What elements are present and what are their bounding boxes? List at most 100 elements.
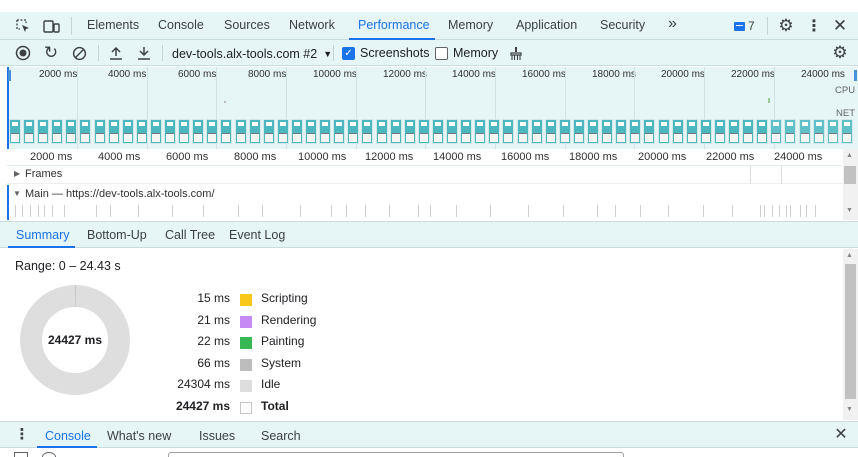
main-thread-task-marker[interactable]	[764, 205, 765, 217]
main-thread-task-marker[interactable]	[668, 205, 669, 217]
screenshots-checkbox[interactable]: ✓	[342, 47, 355, 60]
screenshot-thumbnail[interactable]	[23, 119, 35, 144]
screenshot-thumbnail[interactable]	[206, 119, 219, 144]
main-thread-task-marker[interactable]	[732, 205, 733, 217]
main-thread-task-marker[interactable]	[772, 205, 773, 217]
main-thread-task-marker[interactable]	[418, 205, 419, 217]
screenshot-thumbnail[interactable]	[65, 119, 78, 144]
screenshot-thumbnail[interactable]	[657, 119, 670, 144]
main-thread-task-marker[interactable]	[389, 205, 390, 217]
scrollbar-thumb[interactable]	[845, 264, 856, 399]
main-thread-task-marker[interactable]	[30, 205, 31, 217]
screenshot-thumbnail[interactable]	[460, 119, 473, 144]
screenshot-thumbnail[interactable]	[234, 119, 247, 144]
clear-icon[interactable]	[70, 44, 88, 62]
record-button-icon[interactable]	[14, 44, 32, 62]
memory-checkbox[interactable]	[435, 47, 448, 60]
screenshot-thumbnail[interactable]	[262, 119, 275, 144]
screenshot-thumbnail[interactable]	[826, 119, 839, 144]
screenshot-thumbnail[interactable]	[587, 119, 599, 144]
scroll-down-arrow-icon[interactable]: ▼	[846, 406, 853, 413]
tab-bottom-up[interactable]: Bottom-Up	[87, 228, 147, 242]
screenshot-thumbnail[interactable]	[742, 119, 755, 144]
overview-left-handle[interactable]	[8, 70, 11, 81]
screenshot-thumbnail[interactable]	[164, 119, 176, 144]
scroll-up-arrow-icon[interactable]: ▲	[846, 152, 853, 159]
screenshot-thumbnail[interactable]	[474, 119, 487, 144]
main-thread-task-marker[interactable]	[528, 205, 529, 217]
tab-summary[interactable]: Summary	[16, 228, 69, 242]
screenshot-thumbnail[interactable]	[107, 119, 120, 144]
main-thread-task-marker[interactable]	[597, 205, 598, 217]
main-thread-task-marker[interactable]	[563, 205, 564, 217]
expand-triangle-icon[interactable]: ▶	[14, 169, 20, 178]
overview-right-handle[interactable]	[854, 70, 857, 81]
tab-call-tree[interactable]: Call Tree	[165, 228, 215, 242]
screenshot-thumbnail[interactable]	[685, 119, 698, 144]
main-thread-task-marker[interactable]	[172, 205, 173, 217]
screenshot-thumbnail[interactable]	[699, 119, 712, 144]
collect-garbage-icon[interactable]	[507, 44, 525, 62]
main-thread-task-marker[interactable]	[331, 205, 332, 217]
tab-memory[interactable]: Memory	[448, 18, 493, 32]
main-thread-task-marker[interactable]	[203, 205, 204, 217]
profile-select[interactable]: dev-tools.alx-tools.com #2 ▼	[172, 46, 332, 62]
main-thread-task-marker[interactable]	[365, 205, 366, 217]
main-thread-task-marker[interactable]	[346, 205, 347, 217]
frames-track[interactable]	[7, 166, 842, 184]
main-thread-task-marker[interactable]	[815, 205, 816, 217]
drawer-tab-issues[interactable]: Issues	[199, 429, 235, 443]
screenshot-thumbnail[interactable]	[51, 119, 64, 144]
close-devtools-icon[interactable]: ✕	[830, 16, 850, 36]
screenshot-thumbnail[interactable]	[432, 119, 444, 144]
screenshot-thumbnail[interactable]	[291, 119, 303, 144]
collapse-triangle-icon[interactable]: ▼	[13, 189, 21, 198]
screenshot-thumbnail[interactable]	[121, 119, 134, 144]
sidebar-toggle-icon[interactable]	[14, 452, 28, 457]
screenshot-thumbnail[interactable]	[305, 119, 317, 144]
tab-application[interactable]: Application	[516, 18, 577, 32]
screenshot-thumbnail[interactable]	[798, 119, 811, 144]
screenshot-thumbnail[interactable]	[178, 119, 191, 144]
screenshot-thumbnail[interactable]	[840, 119, 853, 144]
screenshot-thumbnail[interactable]	[347, 119, 360, 144]
scrollbar-thumb[interactable]	[844, 166, 856, 184]
screenshot-thumbnail[interactable]	[671, 119, 684, 144]
screenshot-thumbnail[interactable]	[488, 119, 501, 144]
reload-profile-icon[interactable]: ↻	[42, 43, 60, 62]
tab-performance[interactable]: Performance	[358, 18, 430, 32]
screenshot-thumbnail[interactable]	[516, 119, 529, 144]
main-thread-task-marker[interactable]	[615, 205, 616, 217]
screenshot-thumbnail[interactable]	[135, 119, 148, 144]
main-thread-task-marker[interactable]	[138, 205, 139, 217]
tab-sources[interactable]: Sources	[224, 18, 270, 32]
upload-profile-icon[interactable]	[107, 44, 125, 62]
device-toolbar-icon[interactable]	[42, 17, 60, 35]
screenshot-thumbnail[interactable]	[9, 119, 21, 144]
screenshot-thumbnail[interactable]	[770, 119, 783, 144]
main-thread-task-marker[interactable]	[44, 205, 45, 217]
screenshot-thumbnail[interactable]	[192, 119, 205, 144]
main-thread-task-marker[interactable]	[790, 205, 791, 217]
screenshot-thumbnail[interactable]	[446, 119, 458, 144]
main-thread-task-marker[interactable]	[430, 205, 431, 217]
main-thread-task-marker[interactable]	[779, 205, 780, 217]
screenshot-thumbnail[interactable]	[601, 119, 614, 144]
drawer-tab-search[interactable]: Search	[261, 429, 301, 443]
screenshot-thumbnail[interactable]	[361, 119, 374, 144]
screenshot-thumbnail[interactable]	[544, 119, 557, 144]
screenshot-thumbnail[interactable]	[93, 119, 106, 144]
more-options-icon[interactable]: ⋮	[806, 16, 822, 36]
main-thread-task-marker[interactable]	[760, 205, 761, 217]
main-thread-task-marker[interactable]	[640, 205, 641, 217]
main-thread-task-marker[interactable]	[456, 205, 457, 217]
screenshot-thumbnail[interactable]	[220, 119, 233, 144]
close-drawer-icon[interactable]: ✕	[832, 425, 850, 443]
main-thread-task-marker[interactable]	[64, 205, 65, 217]
console-filter-input[interactable]	[168, 452, 624, 457]
main-thread-task-marker[interactable]	[806, 205, 807, 217]
screenshot-thumbnail[interactable]	[150, 119, 162, 144]
main-thread-task-marker[interactable]	[15, 205, 16, 217]
clear-console-icon[interactable]	[42, 452, 56, 457]
capture-settings-gear-icon[interactable]: ⚙	[830, 43, 850, 63]
